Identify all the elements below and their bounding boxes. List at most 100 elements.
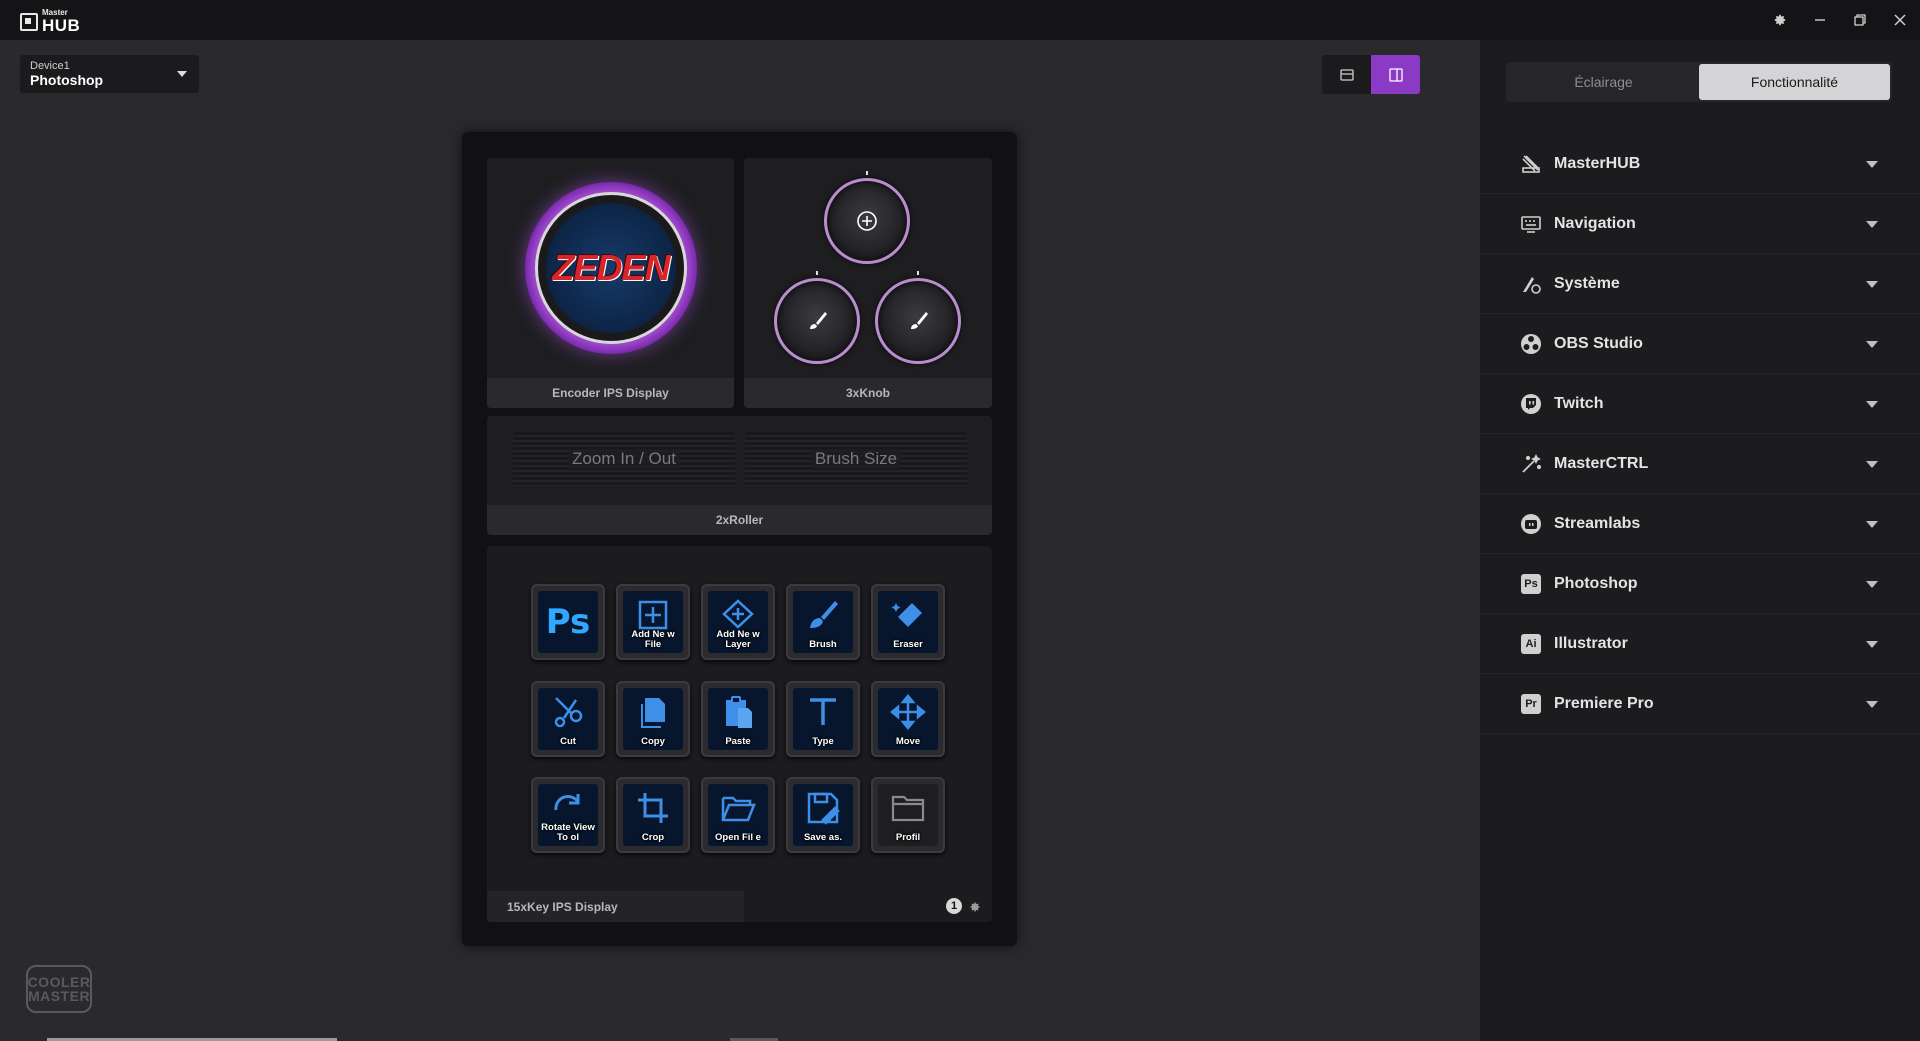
device-label: Device1 <box>30 60 70 72</box>
key-open-file[interactable]: Open Fil e <box>701 777 775 853</box>
chevron-down-icon <box>1866 161 1878 168</box>
minimize-icon <box>1815 19 1825 21</box>
key-save-as[interactable]: Save as. <box>786 777 860 853</box>
key-crop[interactable]: Crop <box>616 777 690 853</box>
chevron-down-icon <box>177 71 187 77</box>
key-label: Brush <box>809 639 837 650</box>
category-twitch[interactable]: Twitch <box>1480 374 1920 434</box>
settings-button[interactable] <box>1760 0 1800 40</box>
key-copy[interactable]: Copy <box>616 681 690 757</box>
close-button[interactable] <box>1880 0 1920 40</box>
twitch-icon <box>1521 393 1541 414</box>
category-illustrator[interactable]: Ai Illustrator <box>1480 614 1920 674</box>
paste-icon <box>726 696 752 728</box>
obs-icon <box>1521 333 1541 354</box>
function-sidebar: Éclairage Fonctionnalité MasterHUB Navig… <box>1480 40 1920 1041</box>
chevron-down-icon <box>1866 521 1878 528</box>
vertical-layout-icon <box>1388 67 1403 82</box>
keys-settings-button[interactable] <box>968 900 982 914</box>
key-eraser[interactable]: Eraser <box>871 584 945 660</box>
encoder-module[interactable]: ZEDEN Encoder IPS Display <box>487 158 734 408</box>
knob-zoom[interactable] <box>824 178 910 264</box>
vertical-view-button[interactable] <box>1371 55 1420 94</box>
device-profile-value: Photoshop <box>30 72 104 88</box>
category-masterctrl[interactable]: MasterCTRL <box>1480 434 1920 494</box>
knobs-module: 3xKnob <box>744 158 992 408</box>
device-panel: ZEDEN Encoder IPS Display 3xKnob Zoom In… <box>462 132 1017 946</box>
masterhub-icon <box>1522 154 1540 173</box>
restore-button[interactable] <box>1840 0 1880 40</box>
photoshop-logo-icon: Ps <box>545 602 591 642</box>
key-move[interactable]: Move <box>871 681 945 757</box>
key-cut[interactable]: Cut <box>531 681 605 757</box>
roller-zoom[interactable]: Zoom In / Out <box>513 432 735 486</box>
key-label: Paste <box>725 736 751 747</box>
sidebar-tabs: Éclairage Fonctionnalité <box>1506 62 1892 102</box>
key-add-new-file[interactable]: Add Ne w File <box>616 584 690 660</box>
brand-line-1: COOLER <box>27 974 91 990</box>
close-icon <box>1894 14 1906 26</box>
crop-icon <box>638 793 668 823</box>
category-label: Système <box>1554 274 1620 292</box>
key-label: Copy <box>641 736 665 747</box>
category-premiere-pro[interactable]: Pr Premiere Pro <box>1480 674 1920 734</box>
category-label: Illustrator <box>1554 634 1628 652</box>
category-streamlabs[interactable]: Streamlabs <box>1480 494 1920 554</box>
rotate-icon <box>554 794 580 811</box>
keys-module: Ps Add Ne w File Add Ne w Layer Brush Er… <box>487 546 992 922</box>
type-icon <box>810 698 836 725</box>
horizontal-view-button[interactable] <box>1322 55 1371 94</box>
tab-functionality[interactable]: Fonctionnalité <box>1699 64 1890 100</box>
brand-line-2: MASTER <box>27 988 91 1004</box>
tab-lighting[interactable]: Éclairage <box>1508 64 1699 100</box>
key-photoshop[interactable]: Ps <box>531 584 605 660</box>
device-dropdown[interactable]: Device1 Photoshop <box>20 55 199 93</box>
encoder-ring[interactable]: ZEDEN <box>525 182 697 354</box>
key-rotate-view[interactable]: Rotate View To ol <box>531 777 605 853</box>
category-masterhub[interactable]: MasterHUB <box>1480 134 1920 194</box>
masterctrl-icon <box>1522 453 1542 473</box>
copy-icon <box>641 698 665 728</box>
key-label: Move <box>895 736 921 747</box>
category-system[interactable]: Système <box>1480 254 1920 314</box>
photoshop-badge-icon: Ps <box>1521 573 1541 594</box>
restore-icon <box>1854 14 1866 26</box>
key-type[interactable]: Type <box>786 681 860 757</box>
key-label: Crop <box>641 832 665 843</box>
key-label: Open Fil e <box>715 832 761 843</box>
category-list: MasterHUB Navigation Système OBS Studio <box>1480 134 1920 734</box>
folder-icon <box>891 795 925 822</box>
roller-brush-size-label: Brush Size <box>810 449 902 469</box>
key-add-new-layer[interactable]: Add Ne w Layer <box>701 584 775 660</box>
logo-box-icon <box>20 12 38 31</box>
page-indicator[interactable]: 1 <box>946 898 962 914</box>
chevron-down-icon <box>1866 581 1878 588</box>
add-layer-icon <box>722 599 754 629</box>
category-photoshop[interactable]: Ps Photoshop <box>1480 554 1920 614</box>
title-bar: Master HUB <box>0 0 1920 40</box>
knob-brush-right[interactable] <box>875 278 961 364</box>
add-file-icon <box>638 600 668 630</box>
category-label: MasterCTRL <box>1554 454 1649 472</box>
key-label: Type <box>812 736 834 747</box>
minimize-button[interactable] <box>1800 0 1840 40</box>
category-navigation[interactable]: Navigation <box>1480 194 1920 254</box>
category-label: MasterHUB <box>1554 154 1641 172</box>
key-label: Profil <box>895 832 921 843</box>
category-label: Photoshop <box>1554 574 1638 592</box>
view-toggle <box>1322 55 1420 94</box>
chevron-down-icon <box>1866 701 1878 708</box>
app-logo: Master HUB <box>20 9 80 34</box>
key-profile[interactable]: Profil <box>871 777 945 853</box>
encoder-display: ZEDEN <box>546 203 676 333</box>
logo-big-text: HUB <box>42 16 81 35</box>
cooler-master-logo: COOLER MASTER <box>26 965 92 1013</box>
key-label: Add Ne w Layer <box>716 629 760 650</box>
horizontal-layout-icon <box>1339 68 1354 81</box>
illustrator-badge-icon: Ai <box>1521 633 1541 654</box>
category-obs-studio[interactable]: OBS Studio <box>1480 314 1920 374</box>
knob-brush-left[interactable] <box>774 278 860 364</box>
key-brush[interactable]: Brush <box>786 584 860 660</box>
roller-brush-size[interactable]: Brush Size <box>745 432 967 486</box>
key-paste[interactable]: Paste <box>701 681 775 757</box>
